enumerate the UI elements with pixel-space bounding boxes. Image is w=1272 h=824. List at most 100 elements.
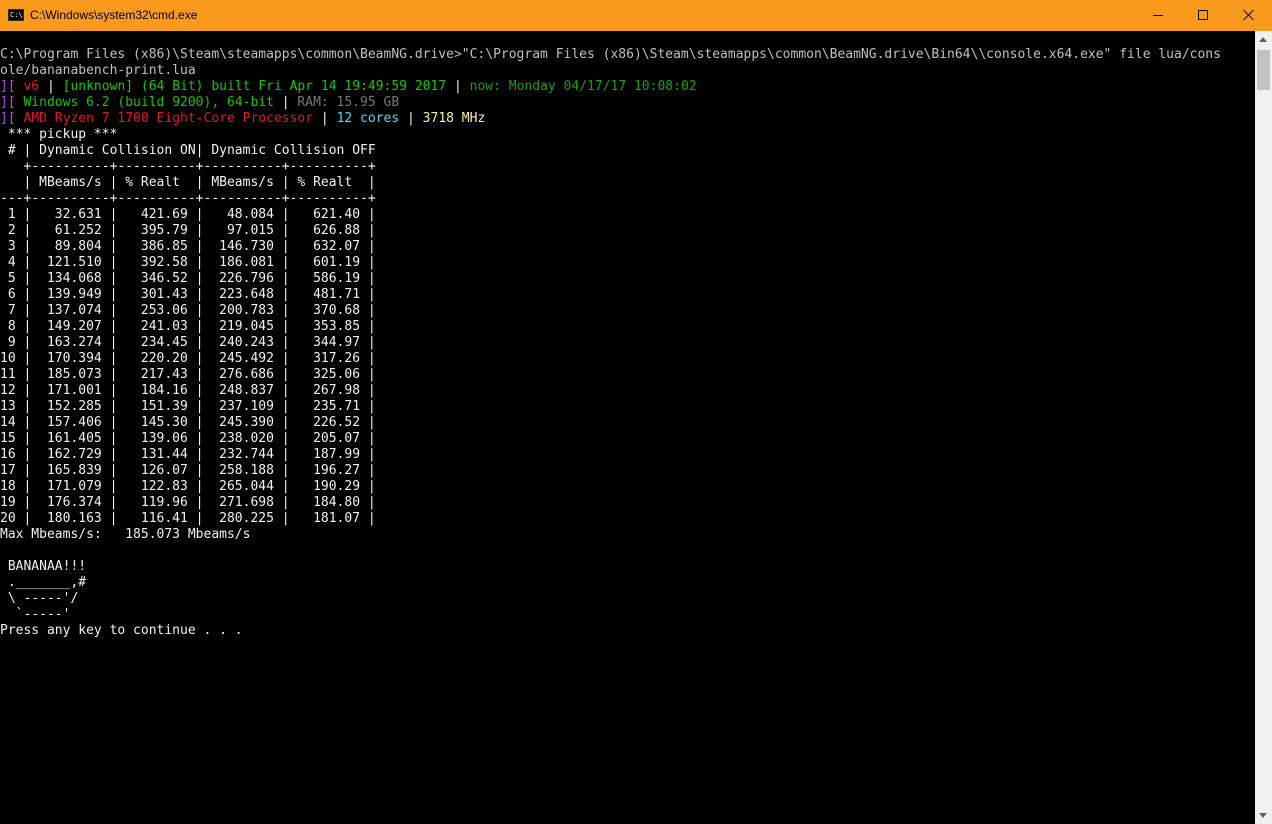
console-line: Press any key to continue . . . bbox=[0, 623, 243, 639]
console-line: | MBeams/s | % Realt | MBeams/s | % Real… bbox=[0, 175, 376, 191]
scroll-down-button[interactable] bbox=[1255, 807, 1272, 824]
console-line: 9 | 163.274 | 234.45 | 240.243 | 344.97 … bbox=[0, 335, 376, 351]
console-text-segment: | bbox=[313, 111, 337, 126]
console-line: BANANAA!!! bbox=[0, 559, 86, 575]
minimize-button[interactable] bbox=[1135, 0, 1181, 31]
scroll-up-arrow-icon bbox=[1259, 37, 1267, 42]
console-line: 1 | 32.631 | 421.69 | 48.084 | 621.40 | bbox=[0, 207, 376, 223]
console-text-segment: ._______,# bbox=[0, 575, 87, 590]
console-text-segment: 10 | 170.394 | 220.20 | 245.492 | 317.26… bbox=[0, 351, 376, 366]
console-text-segment: Press any key to continue . . . bbox=[0, 623, 243, 638]
scroll-up-button[interactable] bbox=[1255, 31, 1272, 48]
title-bar[interactable]: C:\ C:\Windows\system32\cmd.exe bbox=[0, 0, 1272, 31]
console-text-segment: | bbox=[39, 79, 63, 94]
console-text-segment: 3 | 89.804 | 386.85 | 146.730 | 632.07 | bbox=[0, 239, 376, 254]
close-button[interactable] bbox=[1226, 0, 1272, 31]
console-line: 11 | 185.073 | 217.43 | 276.686 | 325.06… bbox=[0, 367, 376, 383]
console-text-segment: 12 | 171.001 | 184.16 | 248.837 | 267.98… bbox=[0, 383, 376, 398]
console-line: 7 | 137.074 | 253.06 | 200.783 | 370.68 … bbox=[0, 303, 376, 319]
console-line: 2 | 61.252 | 395.79 | 97.015 | 626.88 | bbox=[0, 223, 376, 239]
console-text-segment: 8 | 149.207 | 241.03 | 219.045 | 353.85 … bbox=[0, 319, 376, 334]
close-icon bbox=[1243, 9, 1255, 21]
console-text-segment: +----------+----------+----------+------… bbox=[0, 159, 376, 174]
scroll-thumb[interactable] bbox=[1257, 50, 1270, 90]
console-text-segment: ][ bbox=[0, 111, 24, 126]
console-text-segment: | bbox=[273, 95, 298, 110]
console-text-segment: 18 | 171.079 | 122.83 | 265.044 | 190.29… bbox=[0, 479, 376, 494]
console-text-segment: ][ bbox=[0, 79, 24, 94]
console-line: ][ v6 | [unknown] (64 Bit) built Fri Apr… bbox=[0, 79, 697, 95]
console-text-segment: ole/bananabench-print.lua bbox=[0, 63, 196, 78]
console-text-segment: 16 | 162.729 | 131.44 | 232.744 | 187.99… bbox=[0, 447, 376, 462]
console-text-segment: C:\Program Files (x86)\Steam\steamapps\c… bbox=[0, 47, 1221, 62]
console-line: Max Mbeams/s: 185.073 Mbeams/s bbox=[0, 527, 250, 543]
console-text-segment: 14 | 157.406 | 145.30 | 245.390 | 226.52… bbox=[0, 415, 376, 430]
console-text-segment: ][ bbox=[0, 95, 24, 110]
console-text-segment: | MBeams/s | % Realt | MBeams/s | % Real… bbox=[0, 175, 376, 190]
console-text-segment: \ -----'/ bbox=[0, 591, 79, 606]
minimize-icon bbox=[1153, 15, 1163, 16]
console-text-segment: RAM: 15.95 GB bbox=[297, 95, 400, 110]
console-text-segment: v6 bbox=[23, 79, 40, 94]
scroll-down-arrow-icon bbox=[1259, 813, 1267, 818]
console-text-segment: Windows 6.2 (build 9200), 64-bit bbox=[23, 95, 274, 110]
console-line: 19 | 176.374 | 119.96 | 271.698 | 184.80… bbox=[0, 495, 376, 511]
console-line: 18 | 171.079 | 122.83 | 265.044 | 190.29… bbox=[0, 479, 376, 495]
vertical-scrollbar[interactable] bbox=[1255, 31, 1272, 824]
console-line: # | Dynamic Collision ON| Dynamic Collis… bbox=[0, 143, 376, 159]
console-line: 6 | 139.949 | 301.43 | 223.648 | 481.71 … bbox=[0, 287, 376, 303]
cmd-icon-text: C:\ bbox=[10, 11, 23, 19]
console-text-segment: [unknown] (64 Bit) built Fri Apr 14 19:4… bbox=[62, 79, 447, 94]
console-text-segment: BANANAA!!! bbox=[0, 559, 87, 574]
console-line: 8 | 149.207 | 241.03 | 219.045 | 353.85 … bbox=[0, 319, 376, 335]
console-text-segment: # | Dynamic Collision ON| Dynamic Collis… bbox=[0, 143, 376, 158]
console-line: *** pickup *** bbox=[0, 127, 118, 143]
console-text-segment: 5 | 134.068 | 346.52 | 226.796 | 586.19 … bbox=[0, 271, 376, 286]
console-line: \ -----'/ bbox=[0, 591, 78, 607]
console-text-segment: | bbox=[399, 111, 423, 126]
console-line: C:\Program Files (x86)\Steam\steamapps\c… bbox=[0, 47, 1221, 63]
console-text-segment: 11 | 185.073 | 217.43 | 276.686 | 325.06… bbox=[0, 367, 376, 382]
console-text-segment: 4 | 121.510 | 392.58 | 186.081 | 601.19 … bbox=[0, 255, 376, 270]
console-line: 20 | 180.163 | 116.41 | 280.225 | 181.07… bbox=[0, 511, 376, 527]
maximize-icon bbox=[1198, 10, 1208, 20]
console-text-segment: 3718 MHz bbox=[422, 111, 486, 126]
console-line: 4 | 121.510 | 392.58 | 186.081 | 601.19 … bbox=[0, 255, 376, 271]
console-line: 12 | 171.001 | 184.16 | 248.837 | 267.98… bbox=[0, 383, 376, 399]
console-line: ][ AMD Ryzen 7 1700 Eight-Core Processor… bbox=[0, 111, 485, 127]
console-output[interactable]: C:\Program Files (x86)\Steam\steamapps\c… bbox=[0, 47, 1255, 824]
console-line: 5 | 134.068 | 346.52 | 226.796 | 586.19 … bbox=[0, 271, 376, 287]
console-text-segment: 9 | 163.274 | 234.45 | 240.243 | 344.97 … bbox=[0, 335, 376, 350]
console-text-segment: 1 | 32.631 | 421.69 | 48.084 | 621.40 | bbox=[0, 207, 376, 222]
console-line: ---+----------+----------+----------+---… bbox=[0, 191, 376, 207]
cmd-icon[interactable]: C:\ bbox=[8, 9, 24, 21]
console-line: 10 | 170.394 | 220.20 | 245.492 | 317.26… bbox=[0, 351, 376, 367]
console-text-segment: *** pickup *** bbox=[0, 127, 118, 142]
maximize-button[interactable] bbox=[1180, 0, 1226, 31]
console-line: 17 | 165.839 | 126.07 | 258.188 | 196.27… bbox=[0, 463, 376, 479]
console-text-segment: ---+----------+----------+----------+---… bbox=[0, 191, 376, 206]
console-text-segment: Max Mbeams/s: 185.073 Mbeams/s bbox=[0, 527, 251, 542]
console-line: ._______,# bbox=[0, 575, 86, 591]
console-text-segment: 2 | 61.252 | 395.79 | 97.015 | 626.88 | bbox=[0, 223, 376, 238]
console-line: 13 | 152.285 | 151.39 | 237.109 | 235.71… bbox=[0, 399, 376, 415]
console-text-segment: 7 | 137.074 | 253.06 | 200.783 | 370.68 … bbox=[0, 303, 376, 318]
window-title: C:\Windows\system32\cmd.exe bbox=[30, 8, 198, 22]
console-text-segment: 13 | 152.285 | 151.39 | 237.109 | 235.71… bbox=[0, 399, 376, 414]
console-text-segment: 6 | 139.949 | 301.43 | 223.648 | 481.71 … bbox=[0, 287, 376, 302]
console-text-segment: 15 | 161.405 | 139.06 | 238.020 | 205.07… bbox=[0, 431, 376, 446]
console-text-segment: 19 | 176.374 | 119.96 | 271.698 | 184.80… bbox=[0, 495, 376, 510]
console-text-segment: 17 | 165.839 | 126.07 | 258.188 | 196.27… bbox=[0, 463, 376, 478]
console-line: ole/bananabench-print.lua bbox=[0, 63, 196, 79]
console-text-segment: AMD Ryzen 7 1700 Eight-Core Processor bbox=[23, 111, 314, 126]
console-line: 15 | 161.405 | 139.06 | 238.020 | 205.07… bbox=[0, 431, 376, 447]
console-line: `-----' bbox=[0, 607, 71, 623]
console-text-segment: 20 | 180.163 | 116.41 | 280.225 | 181.07… bbox=[0, 511, 376, 526]
console-text-segment: now: Monday 04/17/17 10:08:02 bbox=[469, 79, 697, 94]
console-line: ][ Windows 6.2 (build 9200), 64-bit | RA… bbox=[0, 95, 399, 111]
console-text-segment: `-----' bbox=[0, 607, 71, 622]
console-line: 16 | 162.729 | 131.44 | 232.744 | 187.99… bbox=[0, 447, 376, 463]
console-line: +----------+----------+----------+------… bbox=[0, 159, 376, 175]
console-line: 3 | 89.804 | 386.85 | 146.730 | 632.07 | bbox=[0, 239, 376, 255]
console-line: 14 | 157.406 | 145.30 | 245.390 | 226.52… bbox=[0, 415, 376, 431]
